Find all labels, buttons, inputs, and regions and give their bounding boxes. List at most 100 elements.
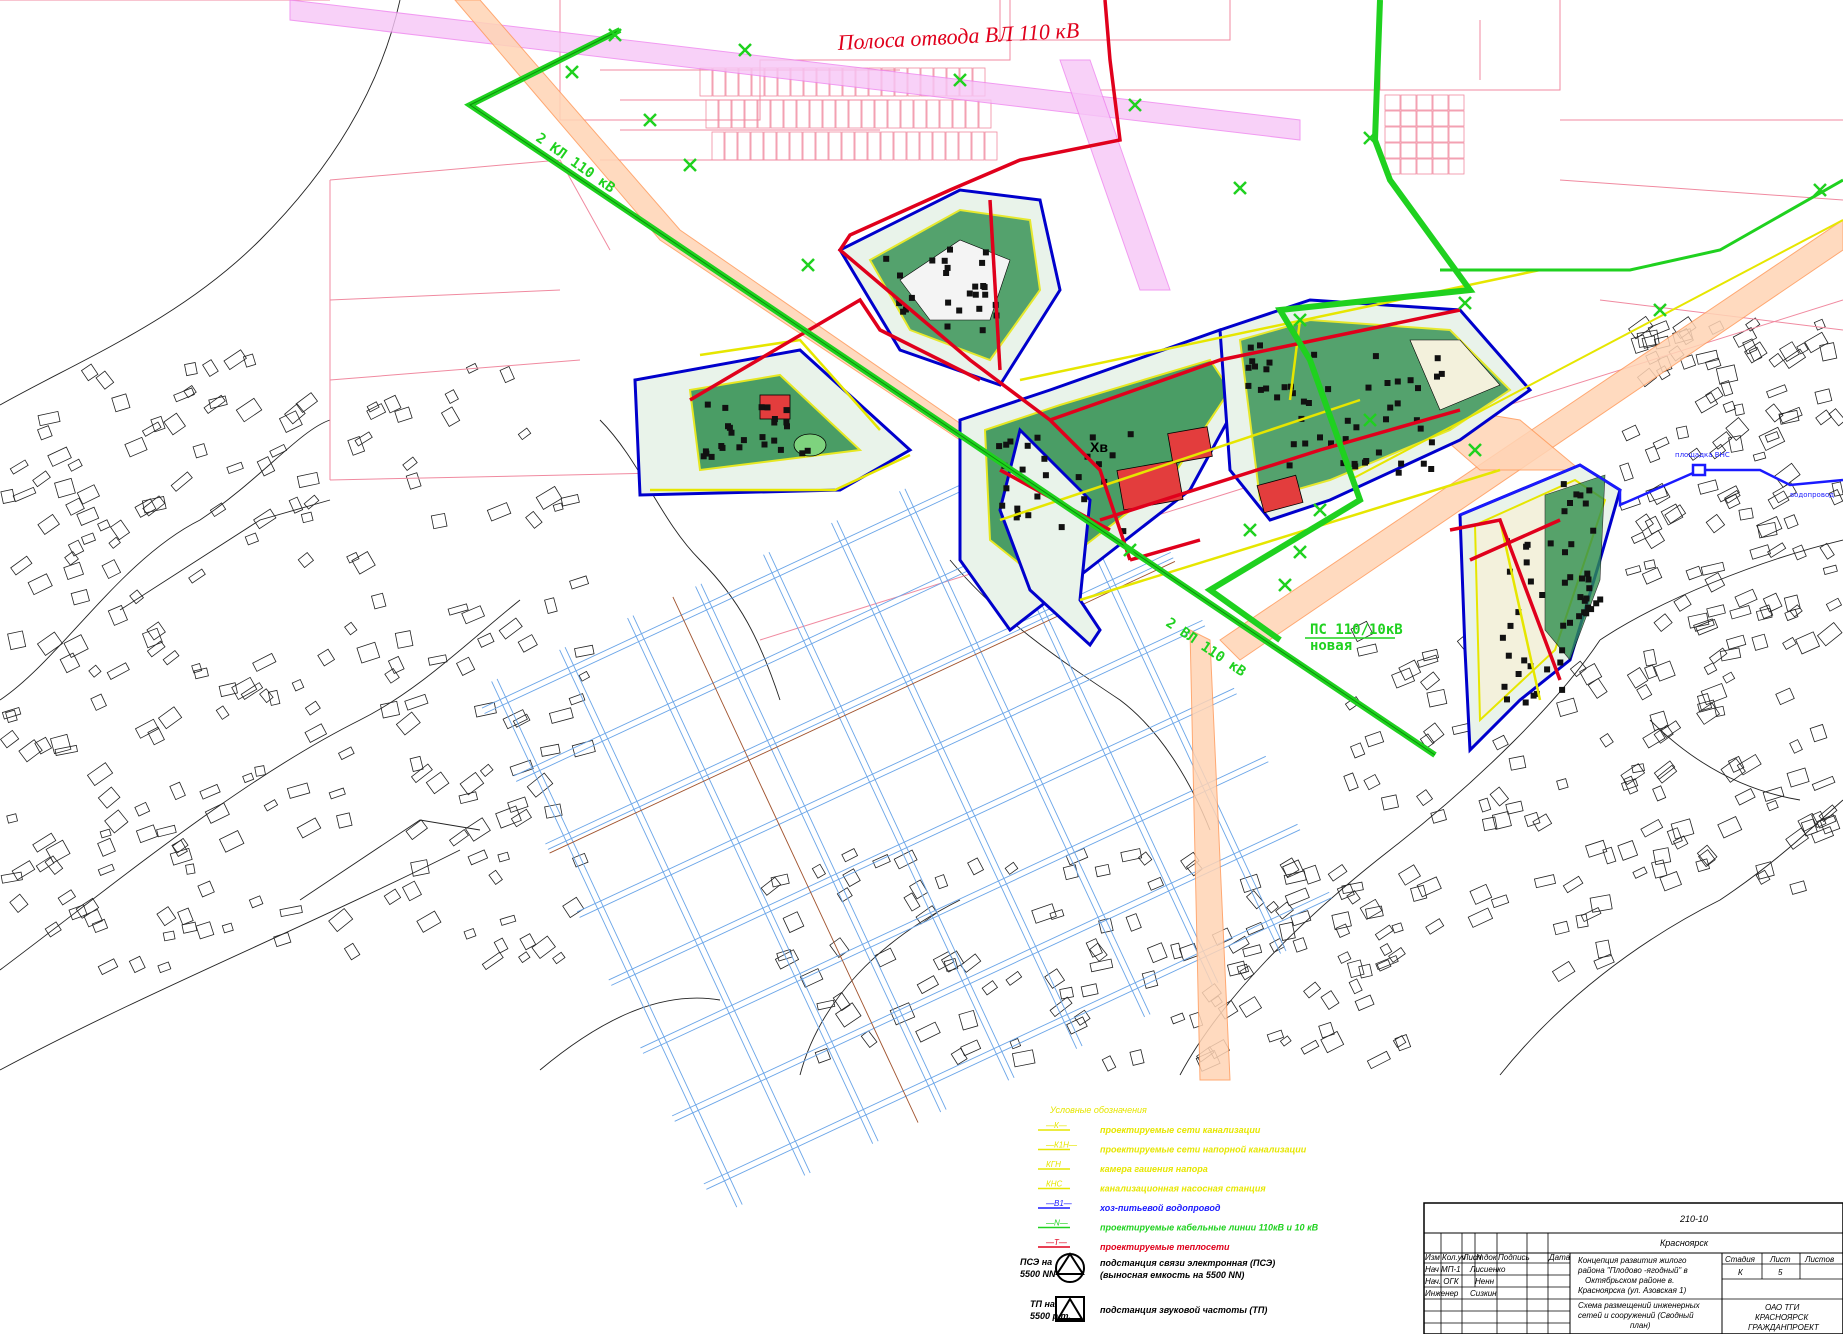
parcel <box>984 131 998 161</box>
building <box>1417 425 1424 432</box>
house <box>525 510 543 529</box>
house <box>1697 479 1719 495</box>
house <box>9 459 29 475</box>
house <box>517 427 532 441</box>
house <box>1469 883 1493 905</box>
building <box>1325 386 1332 393</box>
house <box>1303 981 1322 999</box>
parcel <box>815 131 829 161</box>
building <box>728 429 735 436</box>
building <box>1567 500 1573 506</box>
building <box>708 453 715 460</box>
parcel <box>874 99 888 129</box>
building <box>1407 377 1414 384</box>
house <box>562 896 585 919</box>
building <box>1398 460 1405 467</box>
house <box>495 805 522 829</box>
house <box>405 472 422 490</box>
building <box>1505 652 1512 659</box>
building <box>996 443 1003 450</box>
building <box>764 404 771 411</box>
parcel <box>880 131 894 161</box>
water-pipe-label: водопровод <box>1790 491 1834 499</box>
house <box>1703 662 1718 676</box>
house <box>1425 918 1445 935</box>
legend-item: КНС канализационная насосная станция <box>1038 1180 1266 1194</box>
building <box>1014 505 1021 512</box>
building <box>740 437 747 444</box>
house <box>97 786 121 809</box>
house <box>499 365 515 384</box>
house <box>1734 588 1758 608</box>
building <box>976 305 983 312</box>
house <box>197 880 215 898</box>
building <box>1317 434 1323 441</box>
house <box>32 470 51 488</box>
house <box>1552 920 1570 936</box>
house <box>223 349 247 371</box>
legend-title: Условные обозначения <box>1049 1105 1147 1115</box>
house <box>90 693 107 711</box>
building <box>1586 487 1593 494</box>
building <box>1567 619 1573 626</box>
building <box>759 434 766 441</box>
house <box>552 951 566 965</box>
house <box>291 678 305 692</box>
building <box>1305 400 1312 406</box>
house <box>1302 864 1321 885</box>
house <box>34 736 53 755</box>
house <box>440 406 461 427</box>
pole-marker <box>1243 523 1257 537</box>
building <box>944 323 951 330</box>
house <box>173 387 195 403</box>
house <box>1752 451 1767 462</box>
house <box>967 857 985 876</box>
building <box>1024 442 1031 449</box>
house <box>1533 874 1557 889</box>
house <box>47 446 72 467</box>
house <box>1619 462 1634 482</box>
house <box>1643 648 1657 667</box>
house <box>295 392 319 413</box>
building <box>1025 512 1032 519</box>
house <box>1782 348 1807 370</box>
building <box>1127 431 1134 438</box>
house <box>97 958 119 976</box>
house <box>1524 811 1541 828</box>
house <box>1725 416 1750 441</box>
house <box>1706 604 1726 618</box>
house <box>512 713 531 728</box>
house <box>1170 1012 1186 1025</box>
house <box>832 991 851 1012</box>
house <box>1768 352 1784 368</box>
house <box>416 910 442 933</box>
parcel <box>1448 142 1465 159</box>
building <box>1544 666 1551 673</box>
pole-marker <box>1458 296 1472 310</box>
legend-text: хоз-питьевой водопровод <box>1099 1203 1221 1213</box>
parcel <box>945 131 959 161</box>
house <box>498 617 523 640</box>
house <box>273 931 292 948</box>
house <box>811 863 827 879</box>
parcel <box>809 99 823 129</box>
building <box>1579 575 1585 582</box>
house <box>156 824 177 838</box>
parcel <box>1416 126 1433 143</box>
pole-marker <box>1278 578 1292 592</box>
house <box>1643 559 1657 570</box>
tb-sheet-name-1: сетей и сооружений (Сводный <box>1578 1311 1694 1320</box>
house <box>336 812 353 829</box>
house <box>129 589 144 605</box>
pole-marker <box>1653 303 1667 317</box>
house <box>1391 667 1416 689</box>
building <box>1561 579 1568 586</box>
house <box>157 706 183 730</box>
house <box>1716 485 1740 503</box>
house <box>1073 1009 1091 1026</box>
house <box>1467 907 1494 928</box>
house <box>1575 913 1589 929</box>
building <box>1585 576 1592 583</box>
house <box>814 1047 832 1064</box>
house <box>134 801 151 817</box>
